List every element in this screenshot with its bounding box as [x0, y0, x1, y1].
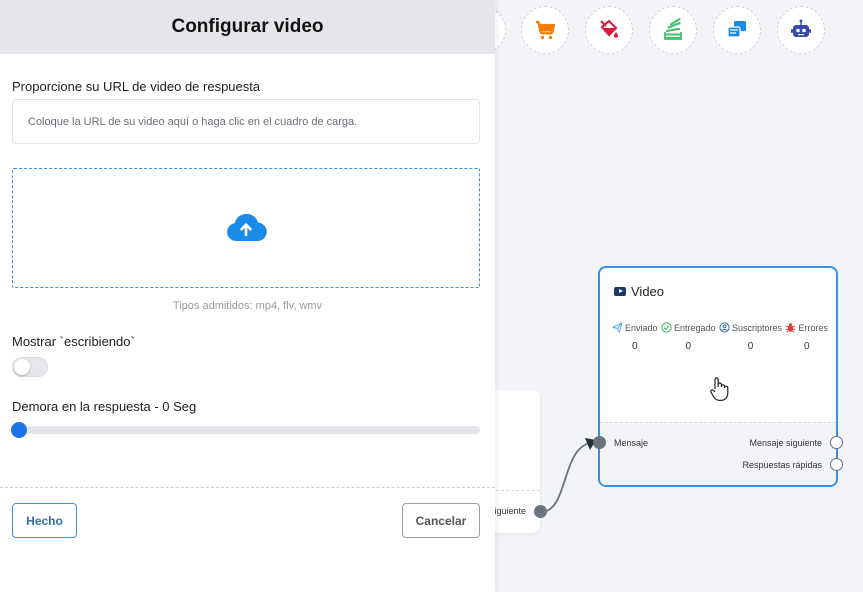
cancel-button[interactable]: Cancelar	[402, 503, 480, 538]
stat-errors-label: Errores	[798, 322, 828, 333]
stat-errors: Errores 0	[785, 322, 828, 352]
robot-icon[interactable]	[777, 6, 825, 54]
youtube-icon	[614, 287, 626, 296]
hand-cursor-icon	[710, 377, 729, 401]
paint-bucket-icon[interactable]	[585, 6, 633, 54]
stack-icon[interactable]	[649, 6, 697, 54]
panel-title: Configurar video	[171, 16, 324, 37]
user-circle-icon	[719, 322, 730, 333]
video-node-card[interactable]: Video Enviado 0 Entregado 0 Suscriptores…	[593, 266, 843, 487]
output-port-quick-replies[interactable]	[830, 458, 843, 471]
previous-node-output-port[interactable]	[534, 505, 547, 518]
stat-subscribers-label: Suscriptores	[731, 322, 783, 333]
video-node-input-port[interactable]	[593, 436, 606, 449]
url-label: Proporcione su URL de video de respuesta	[12, 79, 261, 94]
video-node-header: Video	[614, 284, 664, 299]
typing-label: Mostrar `escribiendo`	[12, 334, 135, 349]
panel-header: Configurar video	[0, 0, 495, 54]
paper-plane-icon	[612, 322, 623, 333]
configure-video-panel: Configurar video Proporcione su URL de v…	[0, 0, 495, 592]
typing-toggle[interactable]	[12, 357, 48, 377]
toggle-knob	[14, 359, 30, 375]
stat-delivered-label: Entregado	[673, 322, 716, 333]
cloud-upload-icon	[227, 213, 267, 242]
check-circle-icon	[661, 322, 672, 333]
node-ports-area	[600, 422, 836, 485]
stat-sent: Enviado 0	[612, 322, 658, 352]
stat-delivered: Entregado 0	[661, 322, 716, 352]
supported-types-hint: Tipos admitidos: mp4, flv, wmv	[172, 300, 323, 312]
output-label-quick-replies: Respuestas rápidas	[742, 460, 822, 470]
delay-slider-thumb[interactable]	[11, 422, 27, 438]
delay-slider[interactable]	[11, 422, 480, 438]
video-node-title: Video	[631, 284, 665, 299]
stat-sent-label: Enviado	[625, 322, 658, 333]
stat-sent-value: 0	[631, 341, 638, 352]
shopping-cart-icon[interactable]	[521, 6, 569, 54]
stat-subscribers-value: 0	[747, 341, 754, 352]
node-stats: Enviado 0 Entregado 0 Suscriptores 0 Err…	[612, 322, 828, 352]
video-url-input[interactable]	[12, 99, 480, 144]
stat-delivered-value: 0	[685, 341, 692, 352]
done-button[interactable]: Hecho	[12, 503, 77, 538]
input-label: Mensaje	[614, 438, 649, 448]
previous-node-output-label: siguiente	[489, 506, 526, 516]
stat-subscribers: Suscriptores 0	[719, 322, 782, 352]
stat-errors-value: 0	[803, 341, 810, 352]
message-cards-icon[interactable]	[713, 6, 761, 54]
bug-icon	[786, 323, 796, 333]
footer-divider	[0, 487, 495, 488]
delay-label: Demora en la respuesta - 0 Seg	[12, 399, 197, 414]
output-label-next-message: Mensaje siguiente	[749, 438, 822, 448]
output-port-next-message[interactable]	[830, 436, 843, 449]
upload-dropzone[interactable]	[12, 168, 480, 288]
